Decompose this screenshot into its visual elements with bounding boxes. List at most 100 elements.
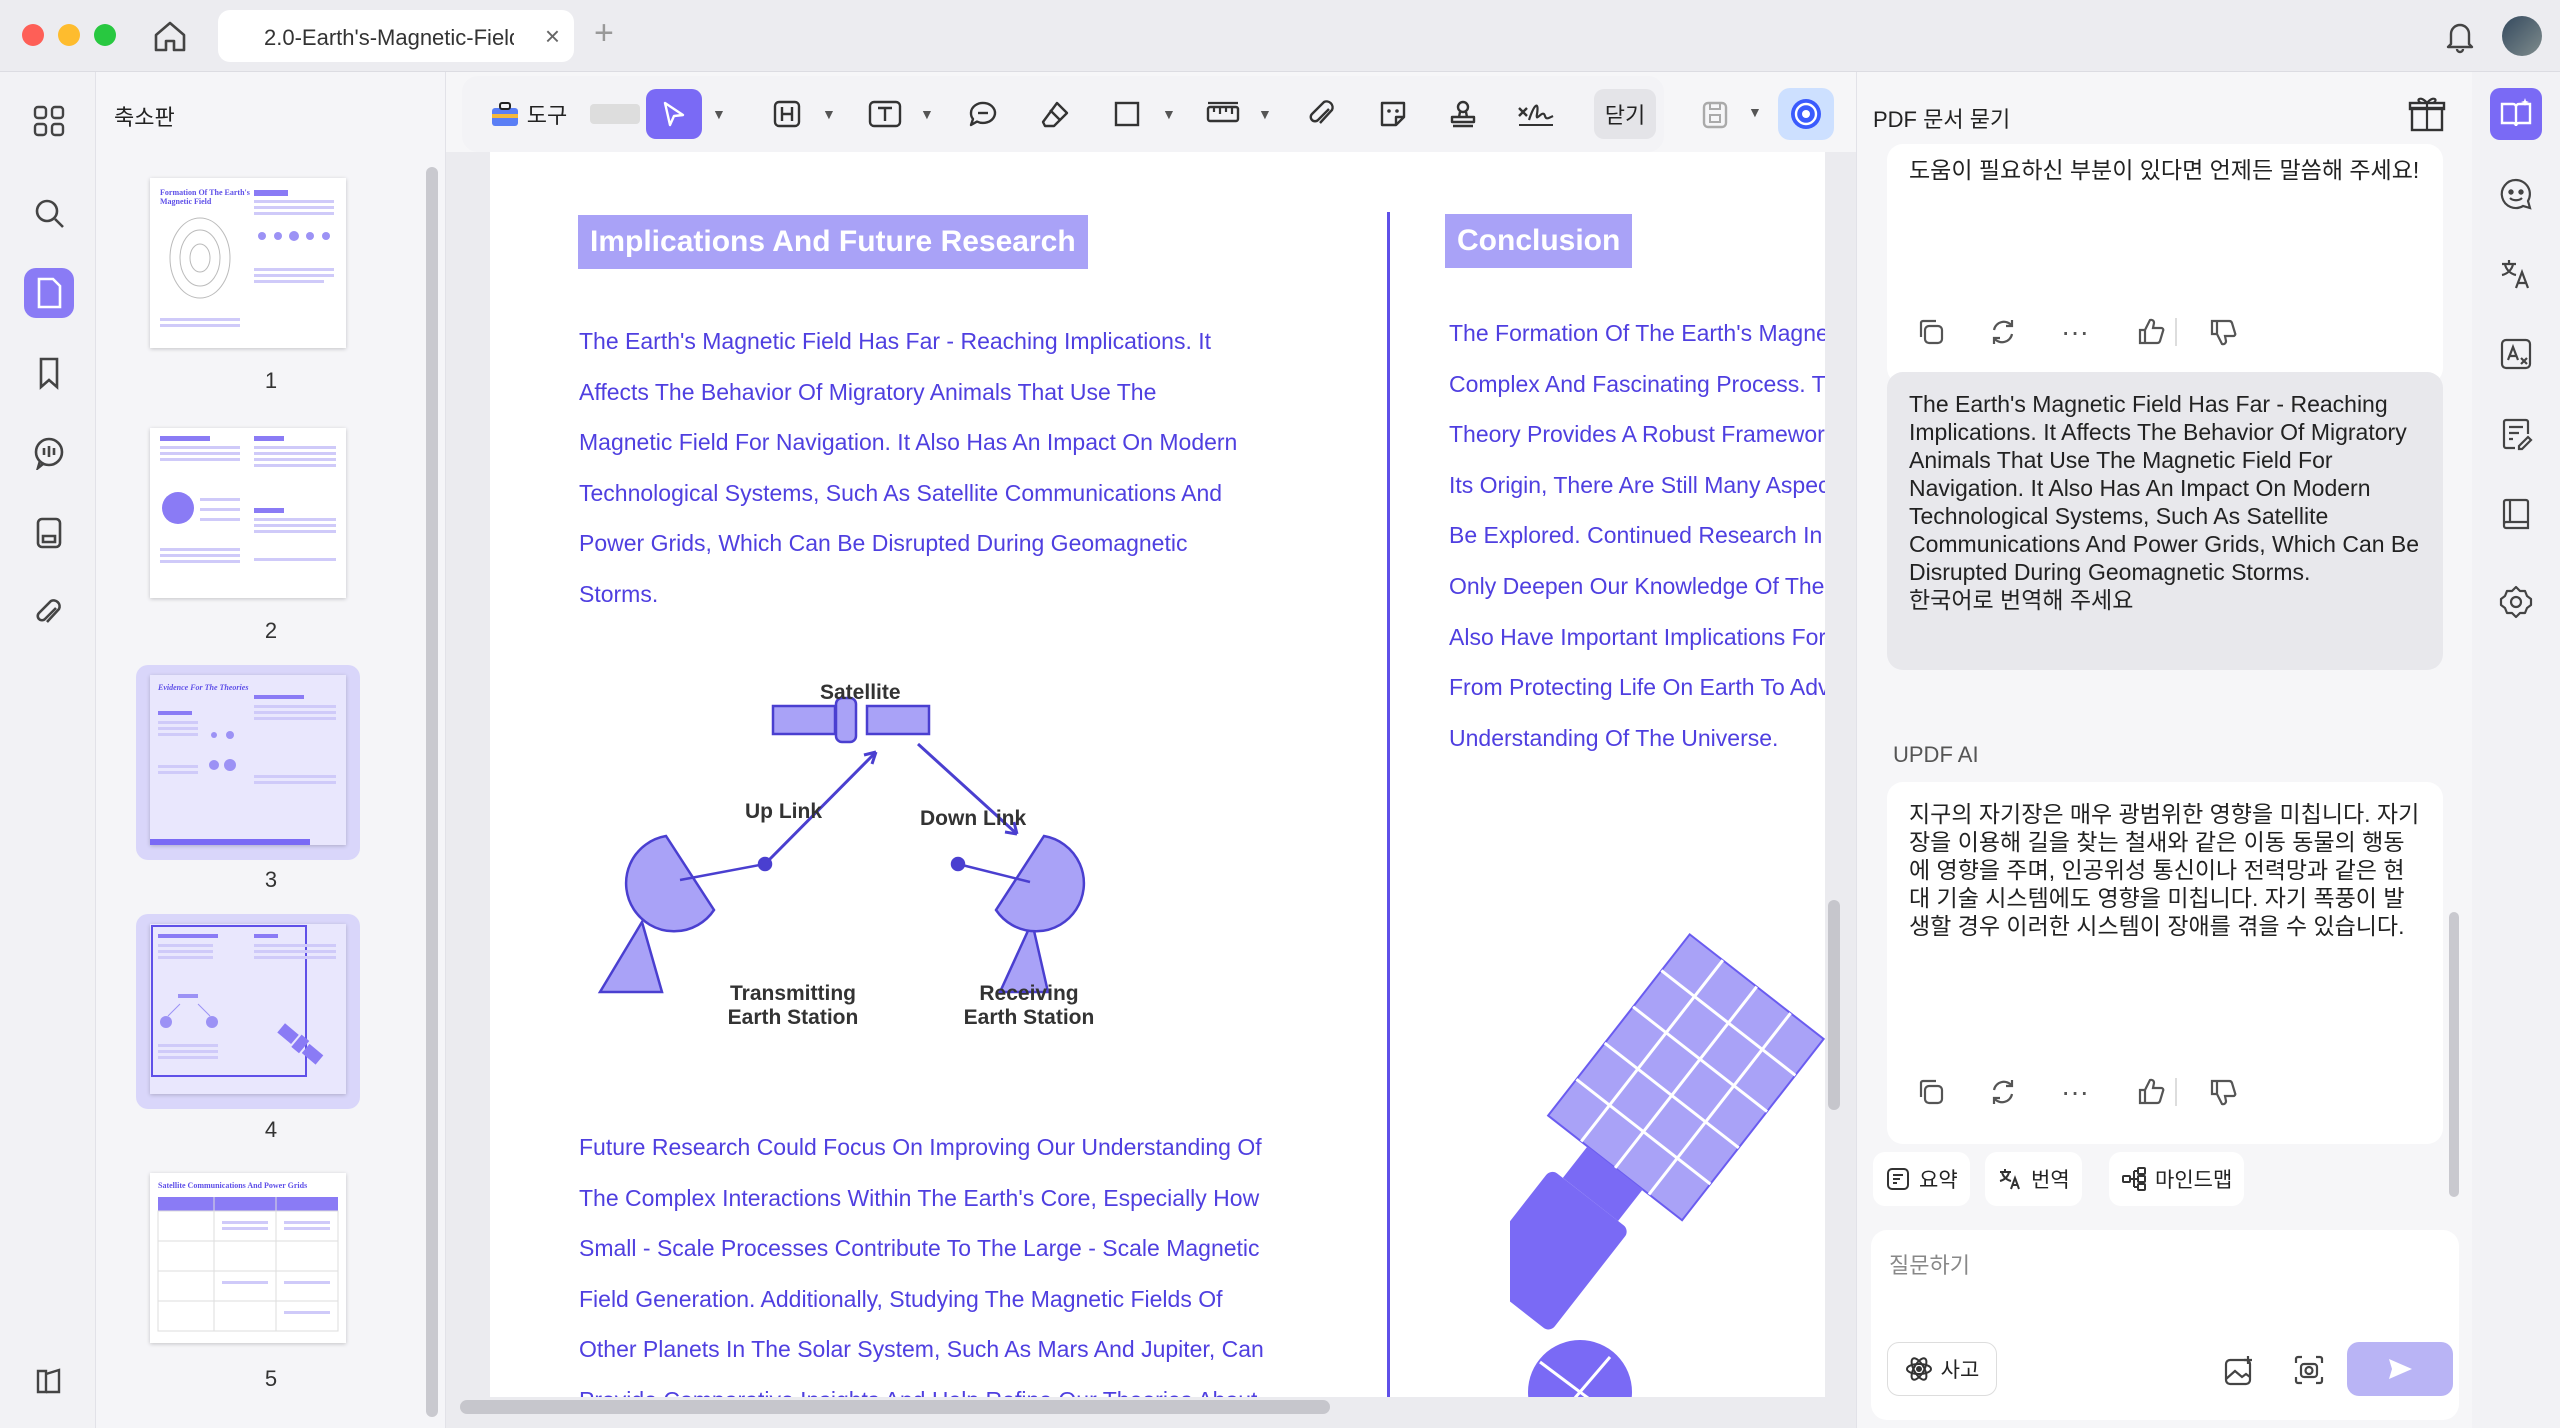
text-box-tool[interactable] [860, 89, 910, 139]
avatar[interactable] [2502, 16, 2542, 56]
gift-icon[interactable] [2405, 92, 2449, 136]
highlight-tool[interactable] [762, 89, 812, 139]
thumbnail-page-5[interactable]: Satellite Communications And Power Grids [136, 1163, 360, 1358]
settings-icon[interactable] [2490, 576, 2542, 628]
thumbnails-scrollbar[interactable] [426, 167, 438, 1417]
thumbnail-page-4[interactable] [136, 914, 360, 1109]
screenshot-icon[interactable] [2289, 1350, 2329, 1390]
chevron-down-icon[interactable]: ▼ [822, 106, 836, 122]
text-line: The Formation Of The Earth's Magnetic Fi… [1449, 320, 1825, 346]
ai-message: 지구의 자기장은 매우 광범위한 영향을 미칩니다. 자기장을 이용해 길을 찾… [1887, 782, 2443, 1144]
comment-tool[interactable] [958, 89, 1008, 139]
stamp-tool[interactable] [1438, 89, 1488, 139]
vertical-scrollbar[interactable] [1828, 900, 1840, 1110]
translate-icon [1999, 1169, 2020, 1190]
thumbnail-page-2[interactable] [136, 418, 360, 613]
attach-tool[interactable] [1298, 89, 1348, 139]
minimize-window-button[interactable] [58, 24, 80, 46]
text-line: Storms. [579, 580, 659, 607]
close-label: 닫기 [1604, 103, 1646, 128]
ai-panel-title: PDF 문서 묻기 [1873, 107, 2011, 132]
attachment-list-icon[interactable] [24, 508, 74, 558]
thumbnail-number: 4 [264, 1117, 278, 1142]
thumbs-up-icon[interactable] [2131, 312, 2171, 352]
thumbnail-image: Evidence For The Theories [150, 675, 346, 845]
image-upload-icon[interactable] [2219, 1350, 2259, 1390]
chat-input-placeholder[interactable]: 질문하기 [1889, 1248, 1970, 1280]
select-tool[interactable] [646, 89, 702, 139]
chat-pdf-icon[interactable] [2490, 88, 2542, 140]
tools-label: 도구 [526, 103, 568, 128]
text-line: Affects The Behavior Of Migratory Animal… [579, 378, 1157, 405]
comments-icon[interactable] [24, 428, 74, 478]
left-rail [0, 72, 96, 1428]
chip-label: 요약 [1919, 1169, 1958, 1192]
page-layout-icon[interactable] [2490, 488, 2542, 540]
thumbs-down-icon[interactable] [2203, 1072, 2243, 1112]
diagram-label-uplink: Up Link [745, 800, 822, 823]
document-tab[interactable]: 2.0-Earth's-Magnetic-Field × [218, 10, 574, 62]
comment-icon [969, 101, 997, 127]
chevron-down-icon[interactable]: ▼ [1162, 106, 1176, 122]
chevron-down-icon[interactable]: ▼ [1748, 104, 1762, 120]
close-window-button[interactable] [22, 24, 44, 46]
regenerate-icon[interactable] [1983, 1072, 2023, 1112]
ai-chat-icon[interactable] [2490, 168, 2542, 220]
ai-panel-scrollbar[interactable] [2449, 912, 2459, 1197]
thumbnails-icon[interactable] [24, 268, 74, 318]
tools-button[interactable]: 도구 [476, 89, 580, 139]
copy-icon[interactable] [1911, 1072, 1951, 1112]
mindmap-chip[interactable]: 마인드맵 [2109, 1152, 2245, 1206]
shape-tool[interactable] [1102, 89, 1152, 139]
thumbnail-image [150, 924, 346, 1094]
bell-icon[interactable] [2440, 16, 2480, 56]
translate-chip[interactable]: 번역 [1985, 1152, 2082, 1206]
horizontal-scrollbar[interactable] [460, 1400, 1330, 1414]
chat-input-box[interactable]: 질문하기 사고 [1871, 1230, 2459, 1420]
chevron-down-icon[interactable]: ▼ [712, 106, 726, 122]
send-button[interactable] [2347, 1342, 2453, 1396]
zoom-window-button[interactable] [94, 24, 116, 46]
chevron-down-icon[interactable]: ▼ [1258, 106, 1272, 122]
eraser-tool[interactable] [1030, 89, 1080, 139]
thumbnail-number: 2 [264, 618, 278, 643]
chevron-down-icon[interactable]: ▼ [920, 106, 934, 122]
text-line: The Earth's Magnetic Field Has Far - Rea… [579, 328, 1212, 354]
regenerate-icon[interactable] [1983, 312, 2023, 352]
ocr-icon[interactable] [2490, 328, 2542, 380]
thumbnail-page-1[interactable]: Formation Of The Earth's Magnetic Field [136, 168, 360, 363]
sidebar-toggle-icon[interactable] [24, 1356, 74, 1406]
satellite-illustration [1510, 932, 1825, 1397]
think-mode-button[interactable]: 사고 [1887, 1342, 1997, 1396]
diagram-label-satellite: Satellite [820, 681, 901, 704]
sticker-tool[interactable] [1368, 89, 1418, 139]
ai-assistant-button[interactable] [1778, 88, 1834, 140]
chip-label: 마인드맵 [2155, 1169, 2233, 1192]
more-icon[interactable]: ··· [2055, 1072, 2095, 1112]
measure-tool[interactable] [1198, 89, 1248, 139]
text-line: The Complex Interactions Within The Eart… [579, 1184, 1260, 1211]
summarize-chip[interactable]: 요약 [1873, 1152, 1970, 1206]
title-bar: 2.0-Earth's-Magnetic-Field × + [0, 0, 2560, 72]
translate-page-icon[interactable] [2490, 248, 2542, 300]
save-icon[interactable] [1690, 90, 1740, 140]
thumbnail-page-3[interactable]: Evidence For The Theories [136, 665, 360, 860]
signature-tool[interactable] [1508, 89, 1562, 139]
paperclip-icon[interactable] [24, 588, 74, 638]
conclusion-heading: Conclusion [1445, 214, 1633, 268]
new-tab-button[interactable]: + [594, 14, 614, 53]
copy-icon[interactable] [1911, 312, 1951, 352]
thumbs-up-icon[interactable] [2131, 1072, 2171, 1112]
tab-close-icon[interactable]: × [545, 21, 560, 52]
column-divider [1387, 212, 1390, 1397]
home-icon[interactable] [150, 16, 190, 56]
grid-icon[interactable] [24, 96, 74, 146]
diagram-label-transmitting: Transmitting Earth Station [727, 982, 859, 1029]
close-toolbar-button[interactable]: 닫기 [1594, 89, 1656, 139]
bookmark-icon[interactable] [24, 348, 74, 398]
form-icon[interactable] [2490, 408, 2542, 460]
search-icon[interactable] [24, 188, 74, 238]
heading-icon [773, 100, 801, 128]
more-icon[interactable]: ··· [2055, 312, 2095, 352]
thumbs-down-icon[interactable] [2203, 312, 2243, 352]
